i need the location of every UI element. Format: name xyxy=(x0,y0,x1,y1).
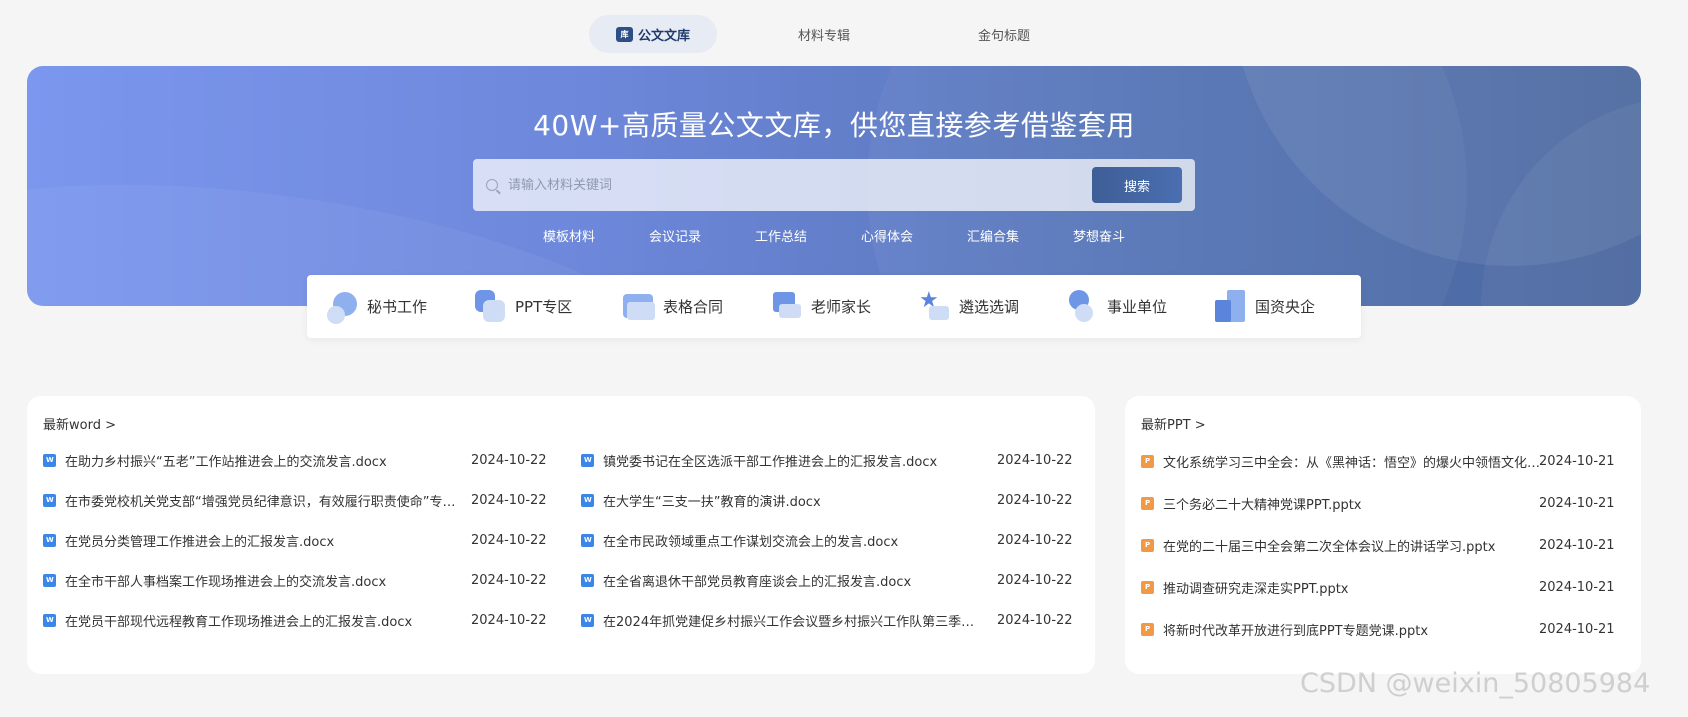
secretary-icon xyxy=(325,290,361,324)
word-file-icon xyxy=(43,493,56,507)
ppt-file-icon xyxy=(1141,454,1154,468)
teacher-icon xyxy=(769,290,805,324)
ppt-file-icon xyxy=(1141,580,1154,594)
category-forms-contracts[interactable]: 表格合同 xyxy=(621,290,769,324)
banner-title: 40W+高质量公文文库，供您直接参考借鉴套用 xyxy=(533,109,1135,142)
top-tabs: 库 公文文库 材料专辑 金句标题 xyxy=(589,15,1030,53)
quick-link-work-summary[interactable]: 工作总结 xyxy=(752,226,810,245)
category-state-enterprises[interactable]: 国资央企 xyxy=(1213,289,1361,324)
quick-link-dreams[interactable]: 梦想奋斗 xyxy=(1070,226,1128,245)
list-item[interactable]: 在党员分类管理工作推进会上的汇报发言.docx 2024-10-22 xyxy=(43,530,547,550)
ppt-icon xyxy=(473,289,509,324)
ppt-file-icon xyxy=(1141,538,1154,552)
quick-link-experiences[interactable]: 心得体会 xyxy=(858,226,916,245)
list-item[interactable]: 镇党委书记在全区选派干部工作推进会上的汇报发言.docx 2024-10-22 xyxy=(581,450,1081,470)
folder-icon xyxy=(621,290,657,324)
ppt-file-icon xyxy=(1141,622,1154,636)
tab-label: 材料专辑 xyxy=(797,28,850,44)
library-icon: 库 xyxy=(615,26,633,42)
category-secretary[interactable]: 秘书工作 xyxy=(325,290,473,324)
tab-material-album[interactable]: 材料专辑 xyxy=(779,15,869,53)
list-item[interactable]: 三个务必二十大精神党课PPT.pptx 2024-10-21 xyxy=(1141,493,1625,513)
category-public-institutions[interactable]: 事业单位 xyxy=(1065,289,1213,324)
category-selection[interactable]: ★ 遴选选调 xyxy=(917,288,1065,324)
category-ppt[interactable]: PPT专区 xyxy=(473,289,621,324)
list-item[interactable]: 在全市干部人事档案工作现场推进会上的交流发言.docx 2024-10-22 xyxy=(43,570,547,590)
search-bar: 搜索 xyxy=(473,159,1195,211)
word-file-icon xyxy=(581,533,594,547)
list-item[interactable]: 将新时代改革开放进行到底PPT专题党课.pptx 2024-10-21 xyxy=(1141,619,1625,639)
word-file-icon xyxy=(43,453,56,467)
list-item[interactable]: 在党员干部现代远程教育工作现场推进会上的汇报发言.docx 2024-10-22 xyxy=(43,610,547,630)
list-item[interactable]: 在全省离退休干部党员教育座谈会上的汇报发言.docx 2024-10-22 xyxy=(581,570,1081,590)
category-teachers-parents[interactable]: 老师家长 xyxy=(769,290,917,324)
category-bar: 秘书工作 PPT专区 表格合同 老师家长 ★ 遴选选调 事业单位 国资央企 xyxy=(307,275,1361,338)
word-file-icon xyxy=(43,573,56,587)
search-button[interactable]: 搜索 xyxy=(1092,167,1182,203)
list-item[interactable]: 文化系统学习三中全会：从《黑神话：悟空》的爆火中领悟文化自信.pptx 2024… xyxy=(1141,451,1625,471)
quick-link-meeting-records[interactable]: 会议记录 xyxy=(646,226,704,245)
latest-word-card: 最新word > 在助力乡村振兴“五老”工作站推进会上的交流发言.docx 20… xyxy=(27,396,1095,674)
ppt-file-icon xyxy=(1141,496,1154,510)
list-item[interactable]: 在助力乡村振兴“五老”工作站推进会上的交流发言.docx 2024-10-22 xyxy=(43,450,547,470)
tab-label: 公文文库 xyxy=(637,28,690,44)
word-file-icon xyxy=(581,453,594,467)
latest-word-title[interactable]: 最新word > xyxy=(43,414,116,433)
word-file-icon xyxy=(581,493,594,507)
list-item[interactable]: 推动调查研究走深走实PPT.pptx 2024-10-21 xyxy=(1141,577,1625,597)
tab-golden-sentences[interactable]: 金句标题 xyxy=(959,15,1049,53)
quick-link-compilations[interactable]: 汇编合集 xyxy=(964,226,1022,245)
list-item[interactable]: 在全市民政领域重点工作谋划交流会上的发言.docx 2024-10-22 xyxy=(581,530,1081,550)
badge-icon xyxy=(1065,289,1101,324)
list-item[interactable]: 在党的二十届三中全会第二次全体会议上的讲话学习.pptx 2024-10-21 xyxy=(1141,535,1625,555)
list-item[interactable]: 在2024年抓党建促乡村振兴工作会议暨乡村振兴工作队第三季度工作推进会上的讲话.… xyxy=(581,610,1081,630)
latest-ppt-card: 最新PPT > 文化系统学习三中全会：从《黑神话：悟空》的爆火中领悟文化自信.p… xyxy=(1125,396,1641,674)
tab-label: 金句标题 xyxy=(977,28,1030,44)
list-item[interactable]: 在大学生“三支一扶”教育的演讲.docx 2024-10-22 xyxy=(581,490,1081,510)
latest-ppt-title[interactable]: 最新PPT > xyxy=(1141,414,1206,433)
search-icon xyxy=(486,179,498,191)
tab-gongwen-library[interactable]: 库 公文文库 xyxy=(589,15,717,53)
list-item[interactable]: 在市委党校机关党支部“增强党员纪律意识，有效履行职责使命”专题党课.docx 2… xyxy=(43,490,547,510)
watermark: CSDN @weixin_50805984 xyxy=(1300,668,1651,699)
word-file-icon xyxy=(43,533,56,547)
search-input[interactable] xyxy=(508,177,1092,193)
star-icon: ★ xyxy=(917,288,953,324)
quick-links: 模板材料 会议记录 工作总结 心得体会 汇编合集 梦想奋斗 xyxy=(27,226,1641,245)
word-file-icon xyxy=(43,613,56,627)
quick-link-templates[interactable]: 模板材料 xyxy=(540,226,598,245)
building-icon xyxy=(1213,289,1249,324)
word-file-icon xyxy=(581,613,594,627)
word-file-icon xyxy=(581,573,594,587)
hero-banner: 40W+高质量公文文库，供您直接参考借鉴套用 搜索 模板材料 会议记录 工作总结… xyxy=(27,66,1641,306)
